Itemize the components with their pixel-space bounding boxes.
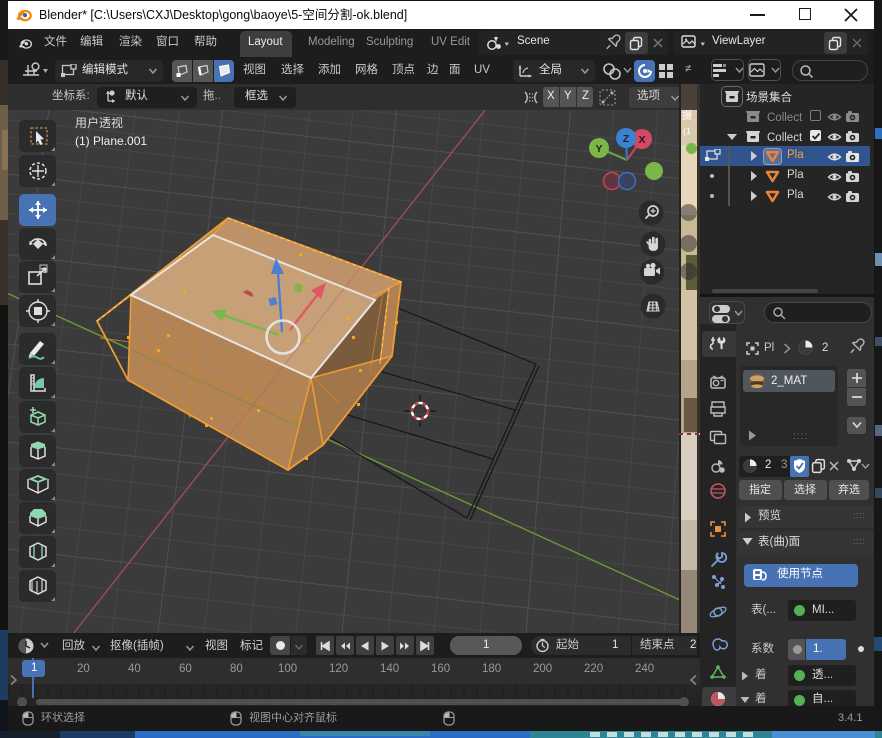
svg-text:Z: Z: [623, 133, 630, 145]
svg-text:X: X: [638, 134, 645, 146]
svg-text:(1) Plane.001: (1) Plane.001: [75, 134, 147, 148]
svg-text:Y: Y: [595, 143, 602, 155]
svg-text:用户透视: 用户透视: [75, 115, 123, 130]
